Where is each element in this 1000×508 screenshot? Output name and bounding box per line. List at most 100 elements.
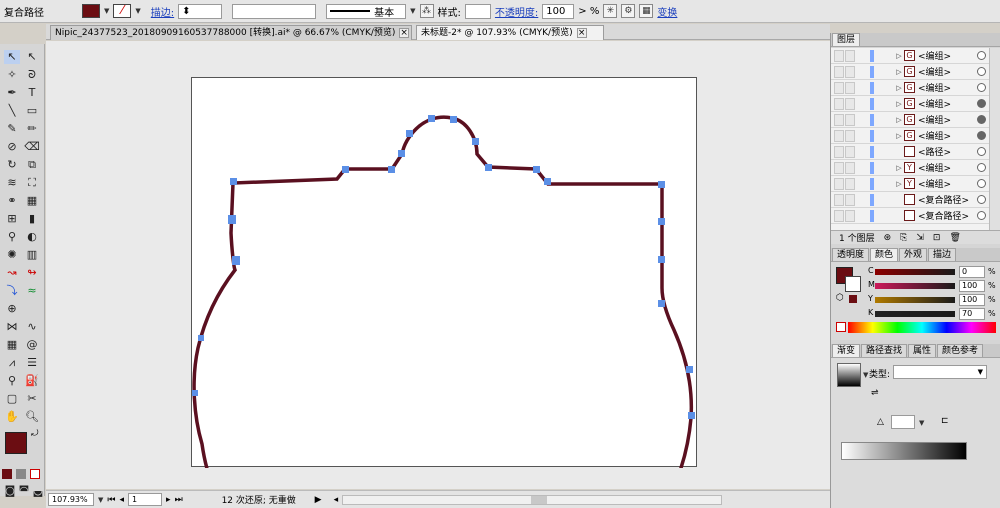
- color-slider-track[interactable]: [875, 311, 955, 317]
- lock-toggle[interactable]: [845, 97, 855, 110]
- color-slider-track[interactable]: [875, 269, 955, 275]
- draw-inside-icon[interactable]: ◛: [30, 484, 46, 498]
- slider-value-input[interactable]: 70: [959, 308, 985, 320]
- mesh-tool-icon[interactable]: ⊞: [4, 212, 20, 226]
- lock-toggle[interactable]: [845, 145, 855, 158]
- anchor-points[interactable]: [192, 115, 695, 505]
- target-circle-icon[interactable]: [977, 83, 986, 92]
- layers-scrollbar[interactable]: [989, 48, 1000, 230]
- graphic-style-picker[interactable]: [464, 3, 491, 19]
- stroke-weight-field[interactable]: ⬍: [178, 3, 223, 19]
- visibility-toggle[interactable]: [834, 209, 844, 222]
- expand-triangle-icon[interactable]: ▷: [894, 180, 904, 188]
- chevron-down-icon[interactable]: ▼: [919, 419, 924, 427]
- lock-toggle[interactable]: [845, 49, 855, 62]
- layer-row[interactable]: ▷ Y <编组>: [831, 160, 989, 176]
- shape-builder-tool-icon[interactable]: ⚭: [4, 194, 20, 208]
- blob-brush-tool-icon[interactable]: ⊘: [4, 140, 20, 154]
- brush-definition[interactable]: 基本: [326, 3, 407, 19]
- new-layer-icon[interactable]: ⊡: [933, 233, 941, 243]
- green-tool-b-icon[interactable]: ≈: [24, 284, 40, 298]
- lock-toggle[interactable]: [856, 50, 866, 62]
- page-field[interactable]: 1: [128, 493, 163, 506]
- blue-tool-a-icon[interactable]: ⤵: [4, 284, 20, 298]
- expand-triangle-icon[interactable]: ▷: [894, 100, 904, 108]
- lock-toggle[interactable]: [845, 129, 855, 142]
- layer-row[interactable]: ▷ G <编组>: [831, 128, 989, 144]
- chevron-down-icon[interactable]: ▼: [135, 7, 140, 15]
- expand-triangle-icon[interactable]: ▷: [894, 132, 904, 140]
- locate-object-icon[interactable]: ⊛: [884, 233, 892, 243]
- zoom-field[interactable]: 107.93%: [48, 493, 94, 506]
- scroll-thumb[interactable]: [531, 495, 548, 504]
- slider-value-input[interactable]: 100: [959, 280, 985, 292]
- lock-toggle[interactable]: [856, 66, 866, 78]
- target-circle-icon[interactable]: [977, 51, 986, 60]
- lock-toggle[interactable]: [856, 130, 866, 142]
- lock-toggle[interactable]: [845, 113, 855, 126]
- expand-triangle-icon[interactable]: ▷: [894, 116, 904, 124]
- chevron-down-icon[interactable]: ▼: [410, 7, 415, 15]
- blend-tool-icon[interactable]: ◐: [24, 230, 40, 244]
- lock-toggle[interactable]: [856, 162, 866, 174]
- angle-field[interactable]: [891, 415, 915, 429]
- red-tool-b-icon[interactable]: ↬: [24, 266, 40, 280]
- envelope-tool-icon[interactable]: ⋈: [4, 320, 20, 334]
- crosshair-tool-icon[interactable]: ⊕: [4, 302, 20, 316]
- warp-tool-icon[interactable]: ≋: [4, 176, 20, 190]
- chevron-down-icon[interactable]: ▼: [98, 496, 103, 504]
- target-circle-icon[interactable]: [977, 131, 986, 140]
- target-circle-icon[interactable]: [977, 211, 986, 220]
- color-stroke-swatch[interactable]: [845, 276, 861, 292]
- scroll-left-icon[interactable]: ◂: [334, 495, 339, 505]
- visibility-toggle[interactable]: [834, 193, 844, 206]
- tab-nipic[interactable]: Nipic_24377523_20180909160537788000 [转换]…: [50, 25, 412, 40]
- red-tool-a-icon[interactable]: ↝: [4, 266, 20, 280]
- tab-stroke[interactable]: 描边: [928, 248, 957, 261]
- tab-layers[interactable]: 图层: [832, 33, 861, 46]
- target-circle-icon[interactable]: [977, 115, 986, 124]
- zoom-tool-icon[interactable]: 🔍︎: [24, 410, 40, 424]
- magic-wand-icon[interactable]: ✳: [603, 4, 618, 18]
- stroke-link[interactable]: 描边:: [151, 4, 174, 19]
- lock-toggle[interactable]: [856, 194, 866, 206]
- gradient-mode-icon[interactable]: [16, 469, 26, 479]
- expand-triangle-icon[interactable]: ▷: [894, 68, 904, 76]
- eyedropper-tool-icon[interactable]: ⚲: [4, 230, 20, 244]
- expand-triangle-icon[interactable]: ▷: [894, 52, 904, 60]
- gradient-type-select[interactable]: ▼: [893, 365, 987, 379]
- rectangle-tool-icon[interactable]: ▭: [24, 104, 40, 118]
- tab-attributes[interactable]: 属性: [908, 344, 937, 357]
- target-circle-icon[interactable]: [977, 147, 986, 156]
- paint-bucket-tool-icon[interactable]: ⛽: [24, 374, 40, 388]
- tab-untitled-2[interactable]: 未标题-2* @ 107.93% (CMYK/预览) ×: [416, 25, 604, 40]
- scale-tool-icon[interactable]: ⧉: [24, 158, 40, 172]
- none-mode-icon[interactable]: [30, 469, 40, 479]
- grid-tool-icon[interactable]: ▦: [4, 338, 20, 352]
- layer-row[interactable]: ▷ G <编组>: [831, 80, 989, 96]
- visibility-toggle[interactable]: [834, 81, 844, 94]
- make-clip-mask-icon[interactable]: ⎘: [900, 233, 907, 243]
- eyedropper-b-tool-icon[interactable]: ⚲: [4, 374, 20, 388]
- lock-toggle[interactable]: [845, 193, 855, 206]
- symbol-sprayer-tool-icon[interactable]: ✺: [4, 248, 20, 262]
- rotate-tool-icon[interactable]: ↻: [4, 158, 20, 172]
- layer-row[interactable]: ▷ G <编组>: [831, 48, 989, 64]
- vase-outline-path[interactable]: [192, 115, 694, 505]
- layer-row[interactable]: <复合路径>: [831, 208, 989, 224]
- first-page-icon[interactable]: ⏮: [107, 495, 115, 505]
- tab-gradient[interactable]: 渐变: [832, 344, 861, 357]
- swap-colors-icon[interactable]: ⤾: [31, 429, 39, 439]
- artboard[interactable]: [191, 77, 697, 505]
- layer-row[interactable]: ▷ Y <编组>: [831, 176, 989, 192]
- close-icon[interactable]: ×: [399, 28, 409, 38]
- type-tool-icon[interactable]: T: [24, 86, 40, 100]
- lock-toggle[interactable]: [856, 82, 866, 94]
- opacity-input[interactable]: 100: [542, 3, 575, 19]
- perspective-grid-tool-icon[interactable]: ▦: [24, 194, 40, 208]
- variable-width-profile[interactable]: [232, 3, 317, 19]
- lock-toggle[interactable]: [856, 98, 866, 110]
- layer-row[interactable]: ▷ G <编组>: [831, 64, 989, 80]
- target-circle-icon[interactable]: [977, 179, 986, 188]
- target-circle-icon[interactable]: [977, 163, 986, 172]
